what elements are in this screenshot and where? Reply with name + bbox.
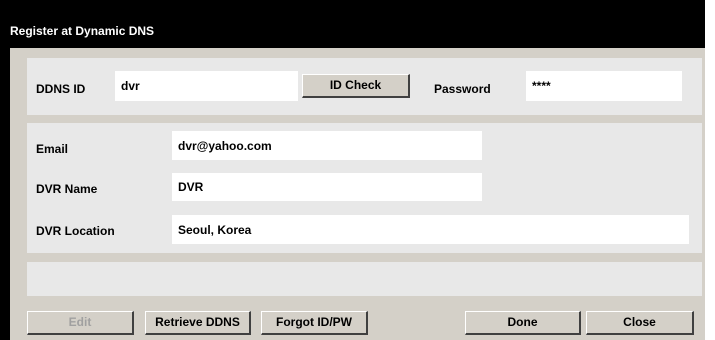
ddns-id-label: DDNS ID (36, 82, 86, 96)
close-button[interactable]: Close (586, 311, 694, 335)
retrieve-ddns-button[interactable]: Retrieve DDNS (145, 311, 251, 335)
title-bar[interactable]: Register at Dynamic DNS (0, 0, 705, 48)
register-ddns-dialog: Register at Dynamic DNS DDNS ID ID Check… (0, 0, 705, 340)
email-label: Email (36, 142, 69, 156)
password-label: Password (434, 82, 491, 96)
id-check-button[interactable]: ID Check (302, 74, 410, 98)
forgot-id-pw-button[interactable]: Forgot ID/PW (261, 311, 368, 335)
dvr-location-label: DVR Location (36, 224, 115, 238)
ddns-credentials-panel: DDNS ID ID Check Password (27, 58, 702, 115)
password-field[interactable] (526, 71, 682, 101)
dvr-name-label: DVR Name (36, 182, 98, 196)
edit-button[interactable]: Edit (27, 311, 134, 335)
email-field[interactable] (172, 131, 482, 160)
dvr-details-panel: Email DVR Name DVR Location (27, 123, 702, 253)
status-bar (27, 262, 702, 296)
dvr-name-field[interactable] (172, 173, 482, 201)
dvr-location-field[interactable] (172, 215, 689, 244)
dialog-body: DDNS ID ID Check Password Email DVR Name… (10, 48, 705, 340)
window-title: Register at Dynamic DNS (10, 24, 155, 38)
ddns-id-field[interactable] (115, 71, 298, 101)
done-button[interactable]: Done (465, 311, 581, 335)
